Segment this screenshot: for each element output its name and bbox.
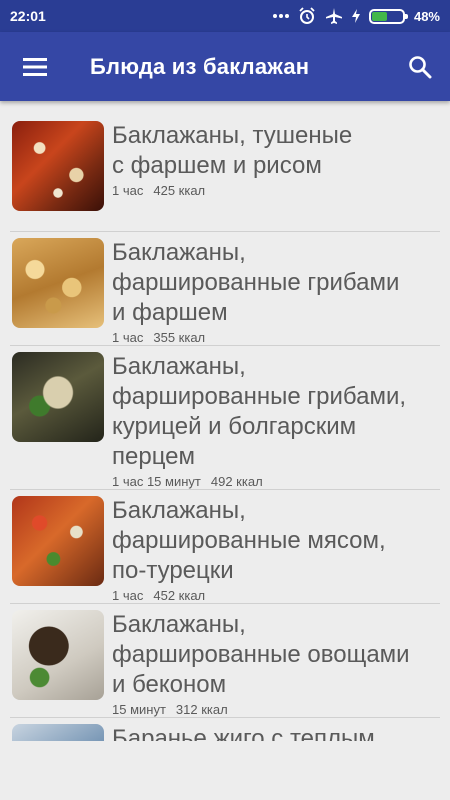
search-icon [409, 55, 432, 78]
recipe-title-line: фаршированные овощами [112, 641, 410, 668]
status-time: 22:01 [10, 8, 46, 24]
recipe-title-line: фаршированные грибами, [112, 383, 407, 410]
recipe-cook-time: 15 минут [112, 702, 166, 717]
recipe-title-line: Баклажаны, [112, 611, 246, 638]
recipe-thumbnail [12, 121, 104, 211]
recipe-title: Баклажаны, фаршированные грибами, курицей … [112, 352, 440, 472]
recipe-title: Баклажаны, фаршированные овощами и беконом [112, 610, 440, 700]
recipe-title-line: фаршированные грибами [112, 269, 400, 296]
recipe-title-line: фаршированные мясом, [112, 527, 386, 554]
status-icons: 48% [272, 7, 440, 25]
recipe-calories: 452 ккал [153, 588, 206, 603]
recipe-cook-time: 1 час [112, 183, 144, 198]
recipe-text: Баклажаны, фаршированные грибами и фаршем 1… [112, 238, 440, 345]
recipe-cook-time: 1 час 15 минут [112, 474, 201, 489]
recipe-title-line: Баклажаны, [112, 353, 246, 380]
recipe-title-line: и фаршем [112, 299, 228, 326]
recipe-title-line: Баклажаны, [112, 239, 246, 266]
recipe-meta: 1 час 425 ккал [112, 183, 440, 198]
hamburger-menu-icon [23, 57, 47, 76]
recipe-thumbnail [12, 238, 104, 328]
recipe-title-line: с фаршем и рисом [112, 152, 322, 179]
recipe-thumbnail [12, 610, 104, 700]
recipe-title: Баклажаны, тушеные с фаршем и рисом [112, 121, 440, 181]
recipe-text: Баклажаны, фаршированные мясом, по-турецки… [112, 496, 440, 603]
recipe-calories: 355 ккал [153, 330, 206, 345]
battery-level-fill [371, 11, 388, 21]
recipe-calories: 312 ккал [175, 702, 228, 717]
recipe-meta: 1 час 355 ккал [112, 330, 440, 345]
recipe-thumbnail [12, 352, 104, 442]
recipe-list[interactable]: Баклажаны, тушеные с фаршем и рисом 1 час 4… [0, 101, 450, 741]
recipe-title-line: по-турецки [112, 557, 234, 584]
battery-percent: 48% [413, 8, 440, 24]
recipe-title-line: Баранье жиго с теплым [112, 725, 375, 741]
battery-icon [368, 8, 408, 24]
recipe-title: Баклажаны, фаршированные грибами и фаршем [112, 238, 440, 328]
recipe-cook-time: 1 час [112, 588, 144, 603]
recipe-calories: 425 ккал [153, 183, 206, 198]
recipe-text: Баклажаны, тушеные с фаршем и рисом 1 час 4… [112, 121, 440, 198]
recipe-thumbnail [12, 496, 104, 586]
recipe-thumbnail [12, 724, 104, 741]
airplane-mode-icon [325, 8, 342, 24]
recipe-text: Баранье жиго с теплым [112, 724, 440, 741]
recipe-title: Баклажаны, фаршированные мясом, по-турецки [112, 496, 440, 586]
dots-icon [272, 14, 289, 18]
page-title: Блюда из баклажан [90, 53, 310, 79]
recipe-meta: 1 час 452 ккал [112, 588, 440, 603]
recipe-meta: 15 минут 312 ккал [112, 702, 440, 717]
recipe-cook-time: 1 час [112, 330, 144, 345]
search-button[interactable] [390, 32, 450, 101]
alarm-icon [299, 7, 315, 24]
menu-button[interactable] [0, 32, 70, 101]
recipe-text: Баклажаны, фаршированные грибами, курицей … [112, 352, 440, 489]
recipe-list-item[interactable]: Баклажаны, тушеные с фаршем и рисом 1 час 4… [10, 119, 440, 232]
recipe-meta: 1 час 15 минут 492 ккал [112, 474, 440, 489]
charging-icon [351, 9, 360, 23]
recipe-list-item[interactable]: Баклажаны, фаршированные овощами и беконом… [10, 604, 440, 718]
recipe-title-line: Баклажаны, [112, 497, 246, 524]
recipe-title-line: и беконом [112, 671, 227, 698]
recipe-text: Баклажаны, фаршированные овощами и беконом… [112, 610, 440, 717]
recipe-list-item[interactable]: Баклажаны, фаршированные грибами и фаршем 1… [10, 232, 440, 346]
recipe-title-line: Баклажаны, тушеные [112, 122, 353, 149]
recipe-calories: 492 ккал [210, 474, 263, 489]
recipe-title-line: курицей и болгарским [112, 413, 357, 440]
status-bar: 22:01 48% [0, 0, 450, 32]
app-bar: Блюда из баклажан [0, 32, 450, 101]
recipe-title: Баранье жиго с теплым [112, 724, 440, 741]
recipe-list-item[interactable]: Баклажаны, фаршированные мясом, по-турецки… [10, 490, 440, 604]
recipe-list-item[interactable]: Баранье жиго с теплым [10, 718, 440, 741]
recipe-list-item[interactable]: Баклажаны, фаршированные грибами, курицей … [10, 346, 440, 490]
recipe-title-line: перцем [112, 443, 196, 470]
